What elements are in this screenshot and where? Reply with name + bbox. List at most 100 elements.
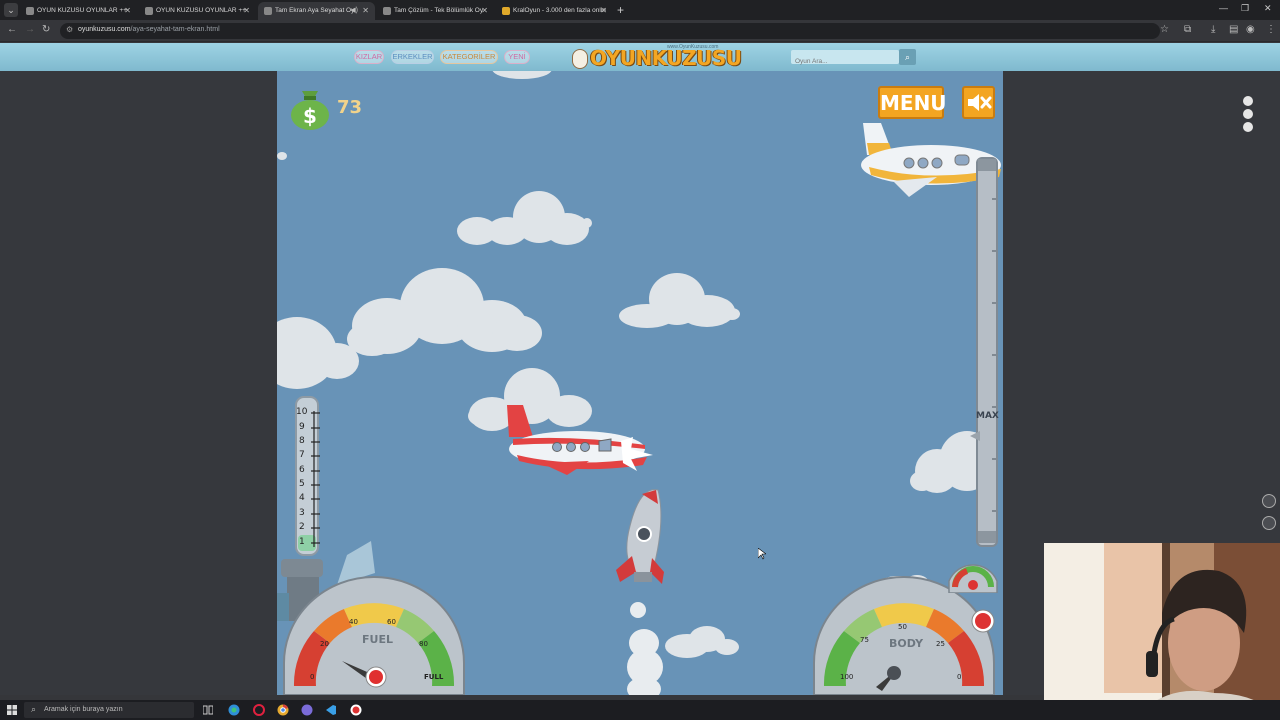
fuel-gauge-tick: 60 — [387, 618, 396, 626]
reading-list-icon[interactable]: ▤ — [1229, 24, 1238, 35]
fuel-gauge-tick: 40 — [349, 618, 358, 626]
task-view-icon[interactable] — [203, 705, 213, 715]
tab-close-icon[interactable]: ✕ — [243, 2, 250, 19]
body-gauge-label: BODY — [889, 637, 924, 650]
fuel-scale-label: 3 — [299, 508, 305, 518]
browser-tab-1[interactable]: OYUN KUZUSU OYUNLAR ++ ✕ — [20, 2, 137, 20]
taskbar-search-placeholder: Aramak için buraya yazın — [44, 706, 123, 713]
fuel-gauge-tick: 20 — [320, 640, 329, 648]
browser-tab-3[interactable]: Tam Ekran Aya Seyahat Oy ◀) ✕ — [258, 2, 375, 20]
altitude-meter — [976, 157, 998, 547]
edge-icon[interactable] — [228, 704, 240, 716]
altitude-marker-icon — [970, 431, 980, 441]
opera-icon[interactable] — [253, 704, 265, 716]
url-path: /aya-seyahat-tam-ekran.html — [130, 26, 220, 33]
game-canvas[interactable]: $ 73 MENU 10 9 8 7 6 5 4 3 2 1 MAX 0 20 … — [277, 71, 1003, 695]
tab-close-icon[interactable]: ✕ — [481, 2, 488, 19]
body-gauge-tick: 100 — [840, 673, 854, 681]
bookmark-star-icon[interactable]: ☆ — [1160, 24, 1169, 35]
speaker-icon[interactable]: ◀) — [350, 2, 358, 19]
rocket — [616, 489, 664, 584]
fuel-scale-label: 6 — [299, 465, 305, 475]
more-menu-icon[interactable]: ⋮ — [1266, 24, 1276, 35]
mini-gauge — [948, 564, 998, 593]
profile-icon[interactable]: ◉ — [1246, 24, 1255, 35]
fuel-gauge-tick: FULL — [424, 673, 444, 681]
extensions-icon[interactable]: ⧉ — [1184, 24, 1191, 35]
mute-button[interactable] — [962, 86, 995, 119]
fuel-scale-label: 10 — [296, 407, 308, 417]
speaker-muted-icon — [968, 94, 992, 111]
browser-tab-5[interactable]: KralOyun - 3.000 den fazla onlin ✕ — [496, 2, 613, 20]
fuel-scale-label: 9 — [299, 422, 305, 432]
url-text: oyunkuzusu.com/aya-seyahat-tam-ekran.htm… — [78, 26, 220, 33]
back-icon[interactable]: ← — [7, 24, 17, 35]
money-bag-icon: $ — [291, 91, 329, 130]
record-app-icon[interactable] — [350, 704, 362, 716]
body-gauge-tick: 50 — [898, 623, 907, 631]
browser-tab-2[interactable]: OYUN KUZUSU OYUNLAR ++ ✕ — [139, 2, 256, 20]
browser-tab-bar: ⌄ OYUN KUZUSU OYUNLAR ++ ✕ OYUN KUZUSU O… — [0, 0, 1280, 20]
restore-icon[interactable]: ❐ — [1241, 3, 1249, 14]
red-light-icon — [971, 609, 995, 633]
site-search — [791, 50, 899, 69]
favicon-icon — [502, 7, 510, 15]
money-count: 73 — [337, 97, 363, 118]
fuel-scale-label: 7 — [299, 450, 305, 460]
dot-icon — [1243, 122, 1253, 132]
site-info-icon[interactable]: ⚙ — [66, 25, 73, 34]
address-bar[interactable]: ⚙ oyunkuzusu.com/aya-seyahat-tam-ekran.h… — [60, 23, 1160, 39]
download-icon[interactable]: ⤓ — [1211, 24, 1215, 35]
fuel-scale-label: 4 — [299, 493, 305, 503]
menu-button[interactable]: MENU — [878, 86, 947, 119]
tab-title: Tam Çözüm - Tek Bölümlük Oy — [394, 7, 484, 14]
tab-title: KralOyun - 3.000 den fazla onlin — [513, 7, 606, 14]
favicon-icon — [26, 7, 34, 15]
side-action-icon[interactable] — [1262, 516, 1276, 530]
browser-tab-4[interactable]: Tam Çözüm - Tek Bölümlük Oy ✕ — [377, 2, 494, 20]
webcam-overlay — [1044, 543, 1280, 720]
site-header: KIZLAR ERKEKLER KATEGORİLER YENİ www.Oyu… — [0, 43, 1280, 71]
lamb-logo-icon — [572, 49, 588, 69]
nav-kategoriler[interactable]: KATEGORİLER — [440, 50, 498, 64]
altitude-max-label: MAX — [976, 411, 999, 421]
tab-search-icon[interactable]: ⌄ — [4, 3, 18, 17]
site-search-input[interactable] — [791, 54, 899, 69]
dot-icon — [1243, 96, 1253, 106]
fuel-gauge-label: FUEL — [362, 633, 393, 646]
fuel-scale-label: 8 — [299, 436, 305, 446]
fuel-gauge-tick: 0 — [310, 673, 315, 681]
altitude-ticks — [978, 159, 996, 543]
side-menu-dots[interactable] — [1243, 96, 1253, 135]
close-window-icon[interactable]: ✕ — [1264, 3, 1272, 14]
side-action-icon[interactable] — [1262, 494, 1276, 508]
forward-icon[interactable]: → — [25, 24, 35, 35]
windows-start-icon[interactable] — [7, 705, 17, 715]
minimize-icon[interactable]: — — [1219, 3, 1228, 13]
reload-icon[interactable]: ↻ — [42, 24, 50, 35]
tab-close-icon[interactable]: ✕ — [124, 2, 131, 19]
nav-erkekler[interactable]: ERKEKLER — [391, 50, 434, 64]
search-icon: ⌕ — [31, 704, 37, 714]
os-taskbar: ⌕ Aramak için buraya yazın — [0, 700, 1280, 720]
search-icon[interactable]: ⌕ — [899, 49, 916, 65]
fuel-scale-label: 2 — [299, 522, 305, 532]
site-logo[interactable]: www.OyunKuzusu.com OYUNKUZUSU — [572, 44, 742, 71]
fuel-gauge-tick: 80 — [419, 640, 428, 648]
app-icon[interactable] — [301, 704, 313, 716]
nav-kizlar[interactable]: KIZLAR — [354, 50, 384, 64]
taskbar-search[interactable]: ⌕ Aramak için buraya yazın — [24, 702, 194, 718]
tab-close-icon[interactable]: ✕ — [362, 2, 369, 19]
chrome-icon[interactable] — [277, 704, 289, 716]
body-gauge-tick: 0 — [957, 673, 962, 681]
browser-toolbar: ← → ↻ ⚙ oyunkuzusu.com/aya-seyahat-tam-e… — [0, 20, 1280, 42]
new-tab-button[interactable]: + — [617, 2, 624, 18]
tab-close-icon[interactable]: ✕ — [600, 2, 607, 19]
mouse-cursor-icon — [758, 548, 766, 560]
favicon-icon — [383, 7, 391, 15]
favicon-icon — [264, 7, 272, 15]
body-gauge-tick: 25 — [936, 640, 945, 648]
nav-yeni[interactable]: YENİ — [504, 50, 530, 64]
body-gauge-tick: 75 — [860, 636, 869, 644]
vscode-icon[interactable] — [325, 704, 337, 716]
